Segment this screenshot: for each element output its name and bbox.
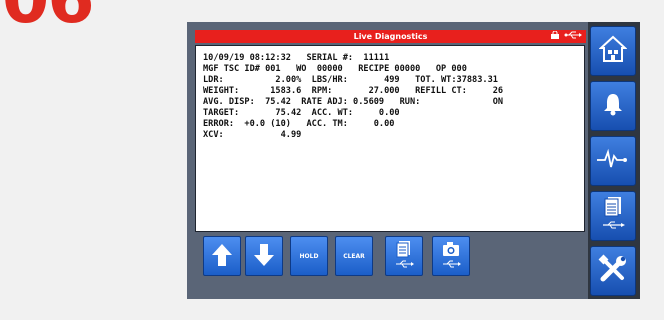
diagnostics-line: WEIGHT: 1583.6 RPM: 27.000 REFILL CT: 26 — [203, 86, 504, 96]
home-icon — [598, 35, 628, 67]
title-bar: Live Diagnostics — [195, 30, 586, 43]
diagnostics-line: ERROR: +0.0 (10) ACC. TM: 0.00 — [203, 119, 395, 129]
bell-icon — [600, 91, 626, 121]
diagnostics-line: MGF TSC ID# 001 WO 00000 RECIPE 00000 OP… — [203, 64, 467, 74]
step-number: 06 — [2, 0, 95, 34]
screenshot-export-button[interactable] — [432, 236, 470, 276]
alarms-button[interactable] — [590, 81, 636, 131]
arrow-down-icon — [253, 243, 275, 269]
scroll-down-button[interactable] — [245, 236, 283, 276]
side-navigation — [590, 26, 638, 296]
diagnostics-line: AVG. DISP: 75.42 RATE ADJ: 0.5609 RUN: O… — [203, 97, 504, 107]
clear-button[interactable]: CLEAR — [335, 236, 373, 276]
diagnostics-line: TARGET: 75.42 ACC. WT: 0.00 — [203, 108, 400, 118]
export-log-button[interactable] — [385, 236, 423, 276]
settings-button[interactable] — [590, 246, 636, 296]
diagnostics-line: 10/09/19 08:12:32 SERIAL #: 11111 — [203, 53, 390, 63]
diagnostics-line: LDR: 2.00% LBS/HR: 499 TOT. WT:37883.31 — [203, 75, 498, 85]
home-button[interactable] — [590, 26, 636, 76]
tools-icon — [598, 254, 628, 288]
arrow-up-icon — [211, 243, 233, 269]
window-title: Live Diagnostics — [353, 32, 428, 41]
usb-icon — [564, 30, 582, 43]
export-data-button[interactable] — [590, 191, 636, 241]
scroll-up-button[interactable] — [203, 236, 241, 276]
diagnostics-readout: 10/09/19 08:12:32 SERIAL #: 11111 MGF TS… — [195, 45, 585, 232]
export-document-icon — [393, 240, 415, 272]
camera-export-icon — [440, 240, 462, 272]
export-document-icon — [600, 196, 626, 236]
hold-button[interactable]: HOLD — [290, 236, 328, 276]
pulse-icon — [596, 147, 630, 175]
diagnostics-line: XCV: 4.99 — [203, 130, 302, 140]
lock-icon — [550, 30, 560, 43]
diagnostics-button[interactable] — [590, 136, 636, 186]
